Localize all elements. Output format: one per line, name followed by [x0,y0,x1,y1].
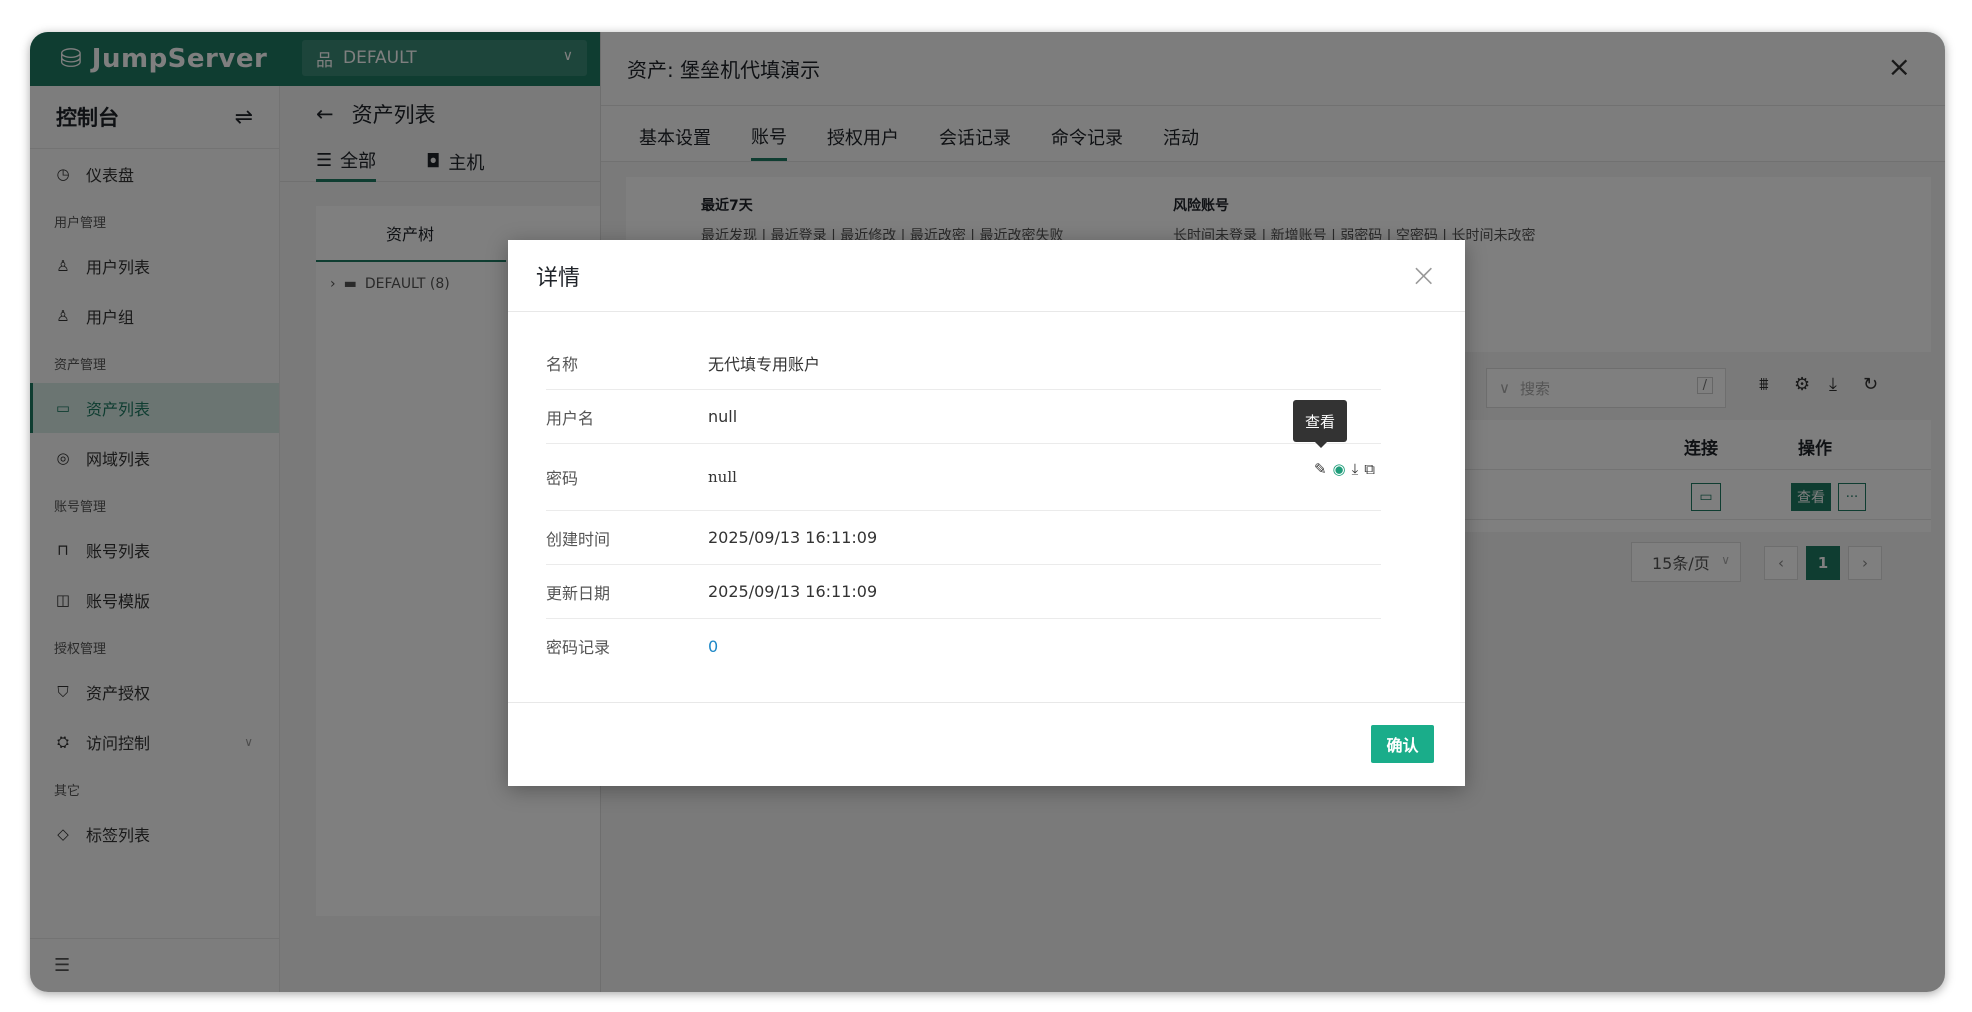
detail-value: 2025/09/13 16:11:09 [708,528,878,547]
detail-modal: 详情 × 名称 无代填专用账户 用户名 null 密码 null ✎ ◉ ⤓ ⧉ [508,240,1465,786]
detail-key: 名称 [546,354,579,374]
detail-key: 用户名 [546,408,595,428]
detail-key: 创建时间 [546,529,611,549]
modal-footer: 确认 [508,702,1465,786]
detail-value: 2025/09/13 16:11:09 [708,582,878,601]
password-actions: ✎ ◉ ⤓ ⧉ [1314,460,1375,478]
detail-row-created: 创建时间 2025/09/13 16:11:09 [546,511,1381,565]
view-password-icon[interactable]: ◉ [1333,460,1346,478]
detail-key: 更新日期 [546,583,611,603]
download-icon[interactable]: ⤓ [1352,460,1359,478]
detail-key: 密码 [546,469,579,488]
detail-row-password: 密码 null ✎ ◉ ⤓ ⧉ 查看 [546,400,1381,511]
detail-row-updated: 更新日期 2025/09/13 16:11:09 [546,565,1381,619]
confirm-button[interactable]: 确认 [1371,725,1434,763]
close-icon[interactable]: × [1410,256,1437,294]
detail-value: 无代填专用账户 [708,354,821,374]
detail-key: 密码记录 [546,638,611,657]
password-value: null [708,468,737,486]
copy-icon[interactable]: ⧉ [1364,460,1375,478]
detail-row-name: 名称 无代填专用账户 [546,336,1381,390]
password-history-link[interactable]: 0 [708,637,718,656]
app-window: ⛁ JumpServer 品 DEFAULT ∨ 控制台 ⇌ ◷仪表盘用户管理♙… [30,32,1945,992]
detail-row-username: 用户名 null [546,390,1381,444]
detail-list: 名称 无代填专用账户 用户名 null 密码 null ✎ ◉ ⤓ ⧉ 查看 创… [546,336,1381,673]
view-tooltip: 查看 [1293,400,1347,448]
detail-row-password-history: 密码记录 0 [546,619,1381,673]
detail-value: null [708,407,738,426]
modal-title: 详情 [536,265,581,291]
edit-icon[interactable]: ✎ [1314,460,1327,478]
modal-header: 详情 [508,240,1465,312]
